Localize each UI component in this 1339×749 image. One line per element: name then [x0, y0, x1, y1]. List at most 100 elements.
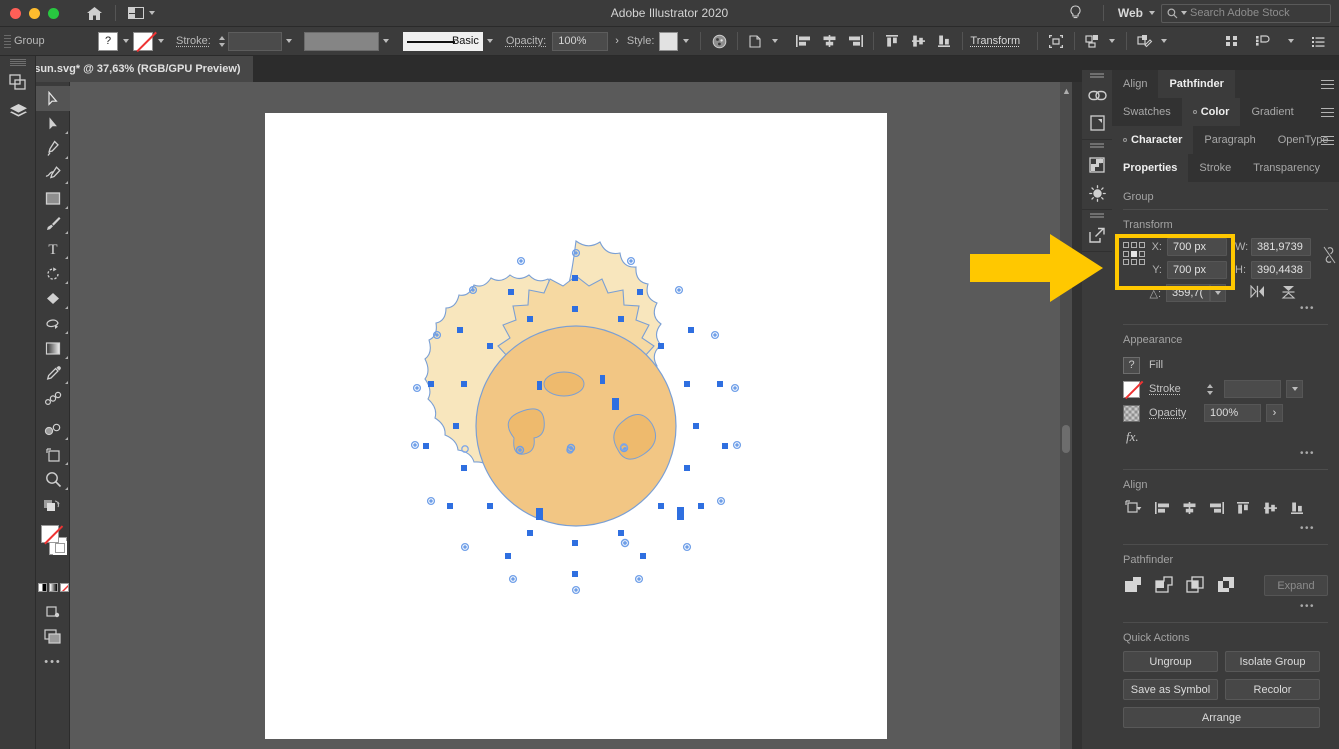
fill-chevron-down-icon[interactable] [118, 32, 133, 51]
tab-color[interactable]: Color [1182, 98, 1241, 126]
eyedropper-tool[interactable] [36, 361, 70, 386]
control-bar-gripper[interactable] [4, 32, 11, 50]
scrollbar-thumb[interactable] [1062, 425, 1070, 453]
expand-button[interactable]: Expand [1264, 575, 1328, 596]
drawing-mode-icon[interactable] [36, 599, 70, 624]
tab-swatches[interactable]: Swatches [1112, 98, 1182, 126]
tab-gradient[interactable]: Gradient [1240, 98, 1304, 126]
edit-toolbar-icon[interactable] [36, 492, 70, 517]
document-tab-sun-svg[interactable]: ✕ sun.svg* @ 37,63% (RGB/GPU Preview) [9, 56, 253, 82]
flip-horizontal-icon[interactable] [1249, 285, 1266, 301]
align-top-icon[interactable] [881, 30, 903, 52]
stroke-weight-label[interactable]: Stroke: [176, 35, 211, 47]
paintbrush-tool[interactable] [36, 211, 70, 236]
intersect-icon[interactable] [1186, 576, 1204, 596]
transform-more-options[interactable]: ••• [1123, 302, 1328, 316]
left-dock-gripper[interactable] [0, 56, 35, 68]
shaper-tool[interactable] [36, 286, 70, 311]
export-for-screens-icon[interactable] [1082, 221, 1112, 249]
isolate-group-button[interactable]: Isolate Group [1225, 651, 1320, 672]
fx-button[interactable]: fx. [1123, 425, 1328, 447]
distribute-chevron-down-icon[interactable] [1104, 32, 1119, 51]
asset-export-icon[interactable] [1082, 151, 1112, 179]
tab-stroke[interactable]: Stroke [1188, 154, 1242, 182]
maximize-window-button[interactable] [48, 8, 59, 19]
style-chevron-down-icon[interactable] [678, 32, 693, 51]
rotate-tool[interactable] [36, 261, 70, 286]
stroke-chevron-down-icon[interactable] [1286, 380, 1303, 398]
opacity-swatch-icon[interactable] [1123, 405, 1140, 422]
align-center-v-icon[interactable] [1262, 501, 1279, 518]
blend-tool[interactable] [36, 386, 70, 411]
fill-swatch-button[interactable]: ? [98, 32, 118, 51]
opacity-input[interactable]: 100% [1204, 404, 1261, 422]
none-swatch-icon[interactable] [60, 583, 69, 592]
fill-color-swatch[interactable] [41, 525, 59, 543]
stroke-label[interactable]: Stroke [1149, 383, 1195, 395]
arrange-button[interactable]: Arrange [1123, 707, 1320, 728]
arrange-documents-icon[interactable] [124, 5, 159, 21]
tab-transparency[interactable]: Transparency [1242, 154, 1331, 182]
scroll-up-chevron-icon[interactable]: ▲ [1062, 86, 1071, 96]
save-as-symbol-button[interactable]: Save as Symbol [1123, 679, 1218, 700]
rail-gripper[interactable] [1082, 70, 1112, 81]
distribute-icon[interactable] [1082, 30, 1104, 52]
brush-chevron-down-icon[interactable] [483, 32, 498, 51]
transform-menu-button[interactable]: Transform [970, 35, 1020, 47]
recolor-artwork-icon[interactable] [708, 30, 730, 52]
tab-align[interactable]: Align [1112, 70, 1158, 98]
align-more-options[interactable]: ••• [1123, 522, 1328, 536]
color-mode-row[interactable] [36, 579, 70, 595]
unite-icon[interactable] [1124, 576, 1142, 596]
opacity-expand-arrow[interactable]: › [1266, 404, 1283, 422]
symbol-sprayer-tool[interactable] [36, 417, 70, 442]
align-to-selection-icon[interactable] [1124, 500, 1144, 518]
zoom-tool[interactable] [36, 467, 70, 492]
arrange-list-icon[interactable] [1307, 30, 1329, 52]
canvas-vertical-scrollbar[interactable] [1060, 82, 1072, 749]
window-controls[interactable] [0, 8, 59, 19]
align-center-h-icon[interactable] [818, 30, 840, 52]
home-icon[interactable] [81, 3, 107, 23]
layers-compact-icon[interactable] [0, 68, 36, 97]
rectangle-tool[interactable] [36, 186, 70, 211]
isolate-icon[interactable] [1045, 30, 1067, 52]
tab-pathfinder[interactable]: Pathfinder [1158, 70, 1234, 98]
close-window-button[interactable] [10, 8, 21, 19]
panel-menu-icon[interactable] [1321, 126, 1334, 154]
align-center-v-icon[interactable] [907, 30, 929, 52]
opacity-expand-arrow[interactable]: › [615, 35, 619, 47]
chevron-down-icon[interactable] [149, 11, 155, 15]
h-input[interactable]: 390,4438 [1251, 261, 1311, 279]
pen-tool[interactable] [36, 136, 70, 161]
rail-gripper[interactable] [1082, 140, 1112, 151]
opacity-label[interactable]: Opacity [1149, 407, 1195, 419]
curvature-tool[interactable] [36, 161, 70, 186]
align-right-icon[interactable] [844, 30, 866, 52]
exclude-icon[interactable] [1217, 576, 1235, 596]
graphic-style-swatch[interactable] [659, 32, 678, 51]
artboard-tool[interactable] [36, 442, 70, 467]
tab-character[interactable]: Character [1112, 126, 1193, 154]
opacity-input[interactable]: 100% [552, 32, 608, 51]
canvas-area[interactable] [70, 82, 1060, 749]
broken-link-icon[interactable] [1323, 246, 1336, 279]
direct-selection-tool[interactable] [36, 111, 70, 136]
select-similar-icon[interactable] [745, 30, 767, 52]
width-tool[interactable] [36, 311, 70, 336]
fill-and-stroke-controls[interactable] [36, 521, 70, 579]
appearance-more-options[interactable]: ••• [1123, 447, 1328, 461]
chevron-down-icon[interactable] [1149, 11, 1155, 15]
tab-paragraph[interactable]: Paragraph [1193, 126, 1266, 154]
stroke-weight-input[interactable] [1224, 380, 1281, 398]
lightbulb-icon[interactable] [1063, 3, 1089, 23]
arrange-chevron-down-icon[interactable] [1283, 32, 1298, 51]
align-left-icon[interactable] [1154, 501, 1171, 518]
selection-tool[interactable] [36, 86, 70, 111]
align-right-icon[interactable] [1208, 501, 1225, 518]
gradient-swatch-icon[interactable] [49, 583, 58, 592]
stroke-weight-chevron-down-icon[interactable] [282, 32, 297, 51]
screen-mode-icon[interactable] [36, 624, 70, 649]
toolbar-more-icon[interactable]: ••• [36, 649, 70, 674]
stroke-swatch-button[interactable] [133, 32, 153, 51]
